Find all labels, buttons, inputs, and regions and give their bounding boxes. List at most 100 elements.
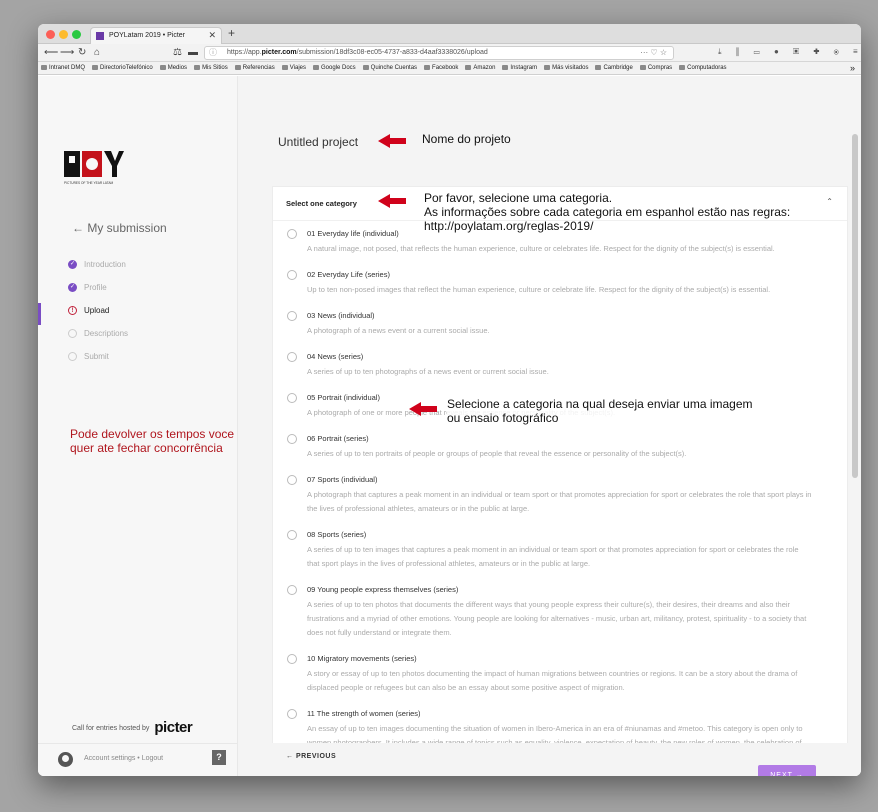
alert-icon: ! (68, 306, 77, 315)
category-description: A series of up to ten images that captur… (307, 545, 799, 568)
category-option[interactable]: 08 Sports (series) A series of up to ten … (287, 530, 847, 571)
tab-bar: POYLatam 2019 • Picter ✕ + (38, 24, 861, 44)
page-actions-icon[interactable]: ··· ♡ ☆ (640, 47, 667, 59)
category-radio[interactable] (287, 434, 297, 444)
bookmark-item[interactable]: Computadoras (679, 62, 726, 74)
step-profile[interactable]: ✓ Profile (68, 283, 128, 306)
bookmark-item[interactable]: Quinche Cuentas (363, 62, 417, 74)
check-icon: ✓ (68, 260, 77, 269)
category-option[interactable]: 07 Sports (individual) A photograph that … (287, 475, 847, 516)
category-option[interactable]: 03 News (individual) A photograph of a ne… (287, 311, 847, 338)
reader-icon[interactable]: ▬ (188, 46, 198, 59)
category-radio[interactable] (287, 270, 297, 280)
category-description: A story or essay of up to ten photos doc… (307, 669, 798, 692)
category-title: 08 Sports (series) (307, 530, 367, 539)
annotation-arrow-icon (378, 134, 406, 148)
step-label: Upload (84, 306, 110, 315)
app-page: PICTURES OF THE YEAR LATAM ← My submissi… (38, 76, 861, 776)
annotation-choose-line1: Selecione a categoria na qual deseja env… (447, 397, 753, 411)
toolbar-icons[interactable]: ⤓ ⫼ ▭ ● ▣ ✚ ⦿ ≡ (718, 47, 861, 57)
navigation-bar: ⟵ ⟶ ↻ ⌂ ⚖ ▬ ⓘ https://app.picter.com/sub… (38, 44, 861, 62)
avatar-icon[interactable] (58, 752, 73, 767)
account-settings-link[interactable]: Account settings • Logout (84, 755, 163, 762)
category-option[interactable]: 06 Portrait (series) A series of up to te… (287, 434, 847, 461)
category-radio[interactable] (287, 229, 297, 239)
step-submit[interactable]: Submit (68, 352, 128, 375)
project-title[interactable]: Untitled project (278, 135, 358, 149)
bookmark-item[interactable]: Viajes (282, 62, 306, 74)
browser-window: POYLatam 2019 • Picter ✕ + ⟵ ⟶ ↻ ⌂ ⚖ ▬ ⓘ… (38, 24, 861, 776)
category-radio[interactable] (287, 530, 297, 540)
category-radio[interactable] (287, 352, 297, 362)
annotation-arrow-icon (409, 402, 437, 416)
main-content: Untitled project Nome do projeto Select … (238, 76, 861, 776)
step-descriptions[interactable]: Descriptions (68, 329, 128, 352)
bookmark-item[interactable]: Más visitados (544, 62, 588, 74)
step-introduction[interactable]: ✓ Introduction (68, 260, 128, 283)
browser-tab[interactable]: POYLatam 2019 • Picter ✕ (90, 27, 222, 44)
annotation-project: Nome do projeto (422, 132, 511, 146)
category-radio[interactable] (287, 585, 297, 595)
reload-icon[interactable]: ↻ (78, 46, 86, 59)
category-option[interactable]: 09 Young people express themselves (seri… (287, 585, 847, 640)
close-window-icon[interactable] (46, 30, 55, 39)
bookmark-item[interactable]: Compras (640, 62, 672, 74)
picter-logo[interactable]: picter (154, 719, 192, 736)
category-description: A natural image, not posed, that reflect… (307, 244, 775, 253)
category-radio[interactable] (287, 393, 297, 403)
chevron-up-icon[interactable]: ⌃ (826, 197, 833, 206)
more-bookmarks-icon[interactable]: » (850, 62, 855, 74)
bookmark-item[interactable]: Referencias (235, 62, 275, 74)
category-title: 11 The strength of women (series) (307, 709, 421, 718)
category-radio[interactable] (287, 709, 297, 719)
category-option[interactable]: 10 Migratory movements (series) A story o… (287, 654, 847, 695)
tab-favicon-icon (96, 32, 104, 40)
maximize-window-icon[interactable] (72, 30, 81, 39)
category-option[interactable]: 02 Everyday Life (series) Up to ten non-p… (287, 270, 847, 297)
address-bar[interactable]: ⓘ https://app.picter.com/submission/18df… (204, 46, 674, 60)
poy-logo: PICTURES OF THE YEAR LATAM (64, 151, 124, 185)
annotation-choose-line2: ou ensaio fotográfico (447, 411, 559, 425)
next-button[interactable]: NEXT → (758, 765, 816, 776)
close-tab-icon[interactable]: ✕ (208, 28, 216, 43)
sidebar-annotation: Pode devolver os tempos voce quer ate fe… (70, 427, 235, 455)
bookmark-item[interactable]: Amazon (465, 62, 495, 74)
url-prefix: https://app. (227, 49, 262, 56)
forward-icon[interactable]: ⟶ (60, 46, 74, 59)
extension-icon[interactable]: ⚖ (173, 46, 182, 59)
step-upload[interactable]: ! Upload (68, 306, 128, 329)
category-description: A series of up to ten photos that docume… (307, 600, 807, 637)
submission-steps: ✓ Introduction ✓ Profile! Upload Descriptions… (68, 260, 128, 375)
category-card: Select one category ⌃ 01 Everyday life (… (272, 186, 848, 751)
category-option[interactable]: 01 Everyday life (individual) A natural i… (287, 229, 847, 256)
current-step-indicator (38, 303, 41, 325)
new-tab-icon[interactable]: + (228, 26, 235, 40)
category-radio[interactable] (287, 475, 297, 485)
category-radio[interactable] (287, 311, 297, 321)
minimize-window-icon[interactable] (59, 30, 68, 39)
bookmark-item[interactable]: Facebook (424, 62, 458, 74)
annotation-category-line2: As informações sobre cada categoria em e… (424, 205, 791, 219)
bookmark-item[interactable]: DirectorioTelefónico (92, 62, 153, 74)
help-icon[interactable]: ? (212, 750, 226, 765)
category-title: 02 Everyday Life (series) (307, 270, 390, 279)
step-label: Descriptions (84, 329, 129, 338)
bookmark-item[interactable]: Cambridge (595, 62, 632, 74)
bookmark-item[interactable]: Medios (160, 62, 187, 74)
url-host: picter.com (261, 49, 297, 56)
lock-icon: ⓘ (209, 48, 217, 57)
hosted-by: Call for entries hosted by picter (72, 719, 193, 736)
bookmark-item[interactable]: Intranet DMQ (41, 62, 85, 74)
bookmark-item[interactable]: Mis Sitios (194, 62, 228, 74)
back-icon[interactable]: ⟵ (44, 46, 58, 59)
category-description: A photograph of a news event or a curren… (307, 326, 490, 335)
previous-button[interactable]: ← PREVIOUS (286, 753, 336, 760)
account-bar: Account settings • Logout ? (38, 743, 238, 776)
bookmark-item[interactable]: Google Docs (313, 62, 356, 74)
my-submission-link[interactable]: ← My submission (72, 221, 167, 235)
category-radio[interactable] (287, 654, 297, 664)
home-icon[interactable]: ⌂ (94, 46, 100, 59)
category-option[interactable]: 04 News (series) A series of up to ten ph… (287, 352, 847, 379)
page-scrollbar[interactable] (852, 134, 858, 478)
bookmark-item[interactable]: Instagram (502, 62, 537, 74)
